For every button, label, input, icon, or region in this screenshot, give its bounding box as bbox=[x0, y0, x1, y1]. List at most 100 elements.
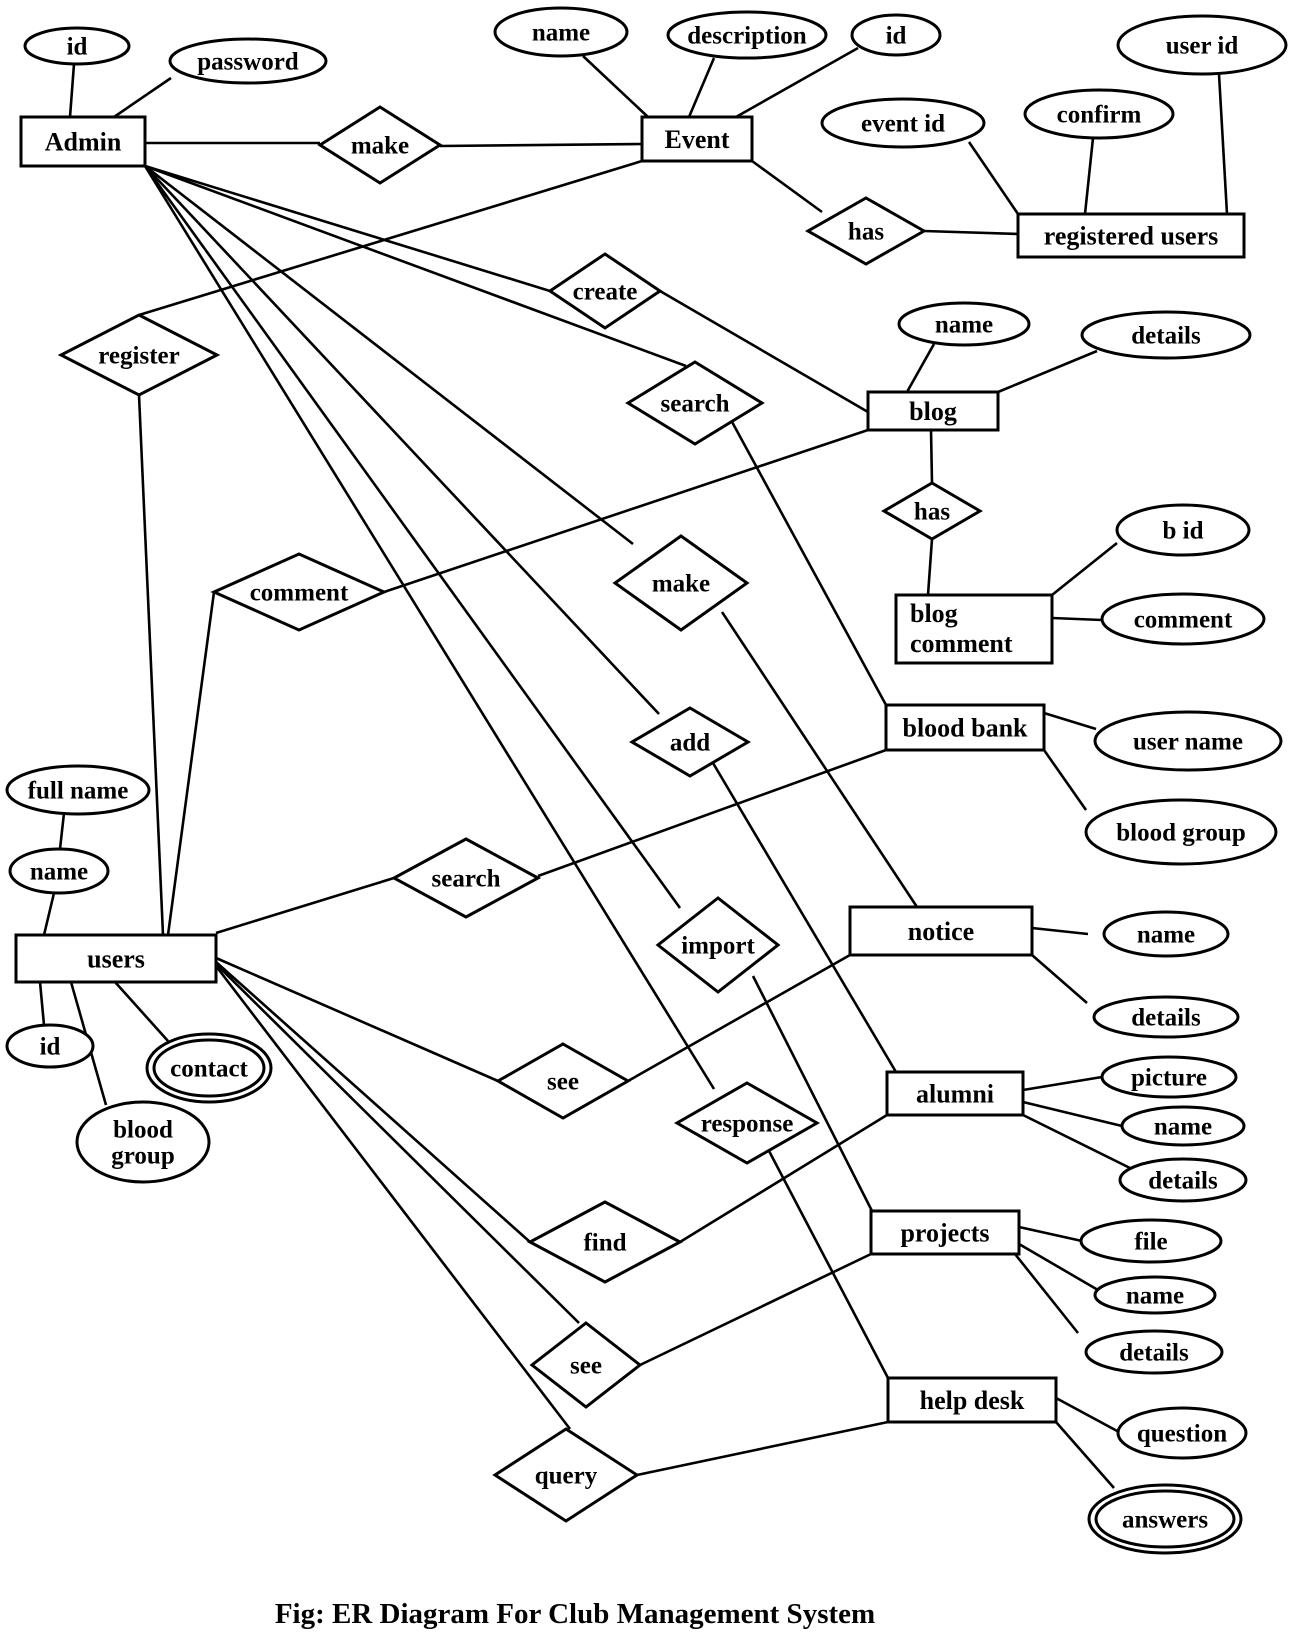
connector-line bbox=[144, 165, 660, 715]
entity-label: notice bbox=[908, 917, 974, 946]
figure-caption: Fig: ER Diagram For Club Management Syst… bbox=[274, 1598, 876, 1630]
attribute-a-bb-user-name: user name bbox=[1093, 710, 1283, 772]
attribute-a-blog-details: details bbox=[1080, 310, 1252, 360]
connector-line bbox=[1217, 73, 1229, 215]
relationship-label: has bbox=[848, 219, 884, 246]
attribute-label: name bbox=[1154, 1114, 1212, 1141]
relationship-label: import bbox=[681, 933, 755, 960]
attribute-a-users-blood-group: bloodgroup bbox=[75, 1100, 211, 1184]
entity-users: users bbox=[14, 933, 218, 984]
entity-label: registered users bbox=[1044, 221, 1219, 250]
relationship-r-has-blog: has bbox=[881, 481, 983, 541]
relationship-r-response: response bbox=[673, 1081, 821, 1165]
attribute-a-hd-question: question bbox=[1116, 1406, 1248, 1460]
attribute-label: id bbox=[40, 1034, 61, 1061]
relationship-r-query: query bbox=[492, 1427, 640, 1523]
entity-blog-comment: blogcomment bbox=[894, 593, 1054, 665]
relationship-label: query bbox=[535, 1463, 598, 1490]
connector-line bbox=[967, 141, 1020, 215]
relationship-r-import: import bbox=[655, 896, 781, 994]
entity-blog: blog bbox=[866, 390, 1000, 432]
connector-line bbox=[1051, 616, 1103, 622]
relationship-r-create: create bbox=[547, 252, 663, 330]
attribute-a-admin-id: id bbox=[23, 26, 131, 66]
attribute-a-alumni-picture: picture bbox=[1100, 1055, 1238, 1099]
relationship-label: has bbox=[914, 499, 950, 526]
attribute-a-hd-answers: answers bbox=[1087, 1483, 1243, 1555]
attribute-label: confirm bbox=[1057, 102, 1142, 129]
connector-line bbox=[1051, 541, 1118, 597]
connector-line bbox=[113, 76, 172, 119]
connector-line bbox=[929, 429, 934, 484]
attribute-a-ru-user-id: user id bbox=[1116, 14, 1288, 76]
connector-line bbox=[166, 591, 216, 936]
entity-label: projects bbox=[900, 1218, 989, 1247]
entity-label: users bbox=[87, 944, 145, 973]
relationship-label: find bbox=[583, 1230, 626, 1257]
relationship-label: comment bbox=[250, 580, 349, 607]
attribute-label: blood bbox=[113, 1116, 173, 1143]
connector-line bbox=[114, 981, 169, 1042]
attribute-label: file bbox=[1134, 1229, 1167, 1256]
connector-line bbox=[636, 1420, 889, 1477]
attribute-a-blog-name: name bbox=[897, 301, 1031, 347]
connector-line bbox=[720, 611, 919, 908]
attribute-label: id bbox=[886, 23, 907, 50]
entity-help-desk: help desk bbox=[886, 1376, 1058, 1424]
connector-line bbox=[137, 394, 165, 936]
entity-admin: Admin bbox=[19, 115, 147, 168]
attribute-a-projects-name: name bbox=[1093, 1275, 1217, 1315]
relationship-r-register: register bbox=[57, 313, 221, 397]
entity-label: comment bbox=[910, 629, 1013, 658]
attribute-label: user name bbox=[1133, 729, 1243, 756]
entity-label: blog bbox=[909, 397, 957, 426]
entity-alumni: alumni bbox=[885, 1070, 1025, 1117]
relationship-label: response bbox=[701, 1111, 794, 1138]
attribute-a-projects-file: file bbox=[1079, 1218, 1223, 1264]
connector-line bbox=[926, 538, 934, 596]
entity-registered-users: registered users bbox=[1016, 212, 1246, 259]
relationship-r-make-event: make bbox=[317, 105, 443, 185]
connector-line bbox=[215, 963, 580, 1324]
relationship-r-find: find bbox=[526, 1200, 684, 1284]
relationship-label: search bbox=[661, 391, 730, 418]
attribute-label: details bbox=[1148, 1168, 1218, 1195]
relationship-label: make bbox=[652, 571, 710, 598]
attribute-a-users-contact: contact bbox=[145, 1032, 273, 1104]
connector-line bbox=[687, 57, 716, 118]
attribute-a-users-id: id bbox=[5, 1023, 95, 1069]
entity-event: Event bbox=[640, 115, 754, 163]
relationship-r-search-users: search bbox=[390, 837, 542, 919]
attribute-a-notice-details: details bbox=[1092, 995, 1240, 1039]
attribute-label: name bbox=[1126, 1283, 1184, 1310]
connector-line bbox=[1031, 926, 1089, 936]
relationship-label: register bbox=[98, 343, 179, 370]
entity-projects: projects bbox=[869, 1209, 1021, 1256]
connector-line bbox=[582, 55, 649, 118]
entity-label: blood bank bbox=[902, 713, 1028, 742]
attribute-label: group bbox=[111, 1143, 174, 1170]
relationship-label: create bbox=[573, 279, 638, 306]
relationship-label: see bbox=[547, 1069, 579, 1096]
attribute-label: password bbox=[197, 49, 299, 76]
attribute-a-users-name: name bbox=[8, 847, 110, 895]
attribute-label: contact bbox=[170, 1056, 248, 1083]
connector-line bbox=[1018, 1225, 1083, 1243]
attribute-a-event-id: id bbox=[850, 13, 942, 57]
relationship-r-comment: comment bbox=[210, 552, 388, 632]
connector-line bbox=[1013, 1253, 1080, 1334]
connector-line bbox=[1031, 954, 1088, 1004]
attribute-label: description bbox=[687, 23, 807, 50]
connector-line bbox=[42, 892, 56, 936]
connector-line bbox=[1055, 1396, 1120, 1434]
connector-line bbox=[751, 975, 874, 1212]
connector-line bbox=[439, 142, 643, 148]
attribute-label: comment bbox=[1134, 607, 1233, 634]
attribute-a-notice-name: name bbox=[1102, 910, 1230, 958]
connector-line bbox=[997, 349, 1098, 394]
connector-line bbox=[1018, 1242, 1099, 1292]
connector-line bbox=[215, 876, 395, 935]
attribute-a-bc-bid: b id bbox=[1115, 503, 1251, 557]
attribute-label: name bbox=[532, 20, 590, 47]
attribute-a-ru-event-id: event id bbox=[820, 97, 986, 149]
